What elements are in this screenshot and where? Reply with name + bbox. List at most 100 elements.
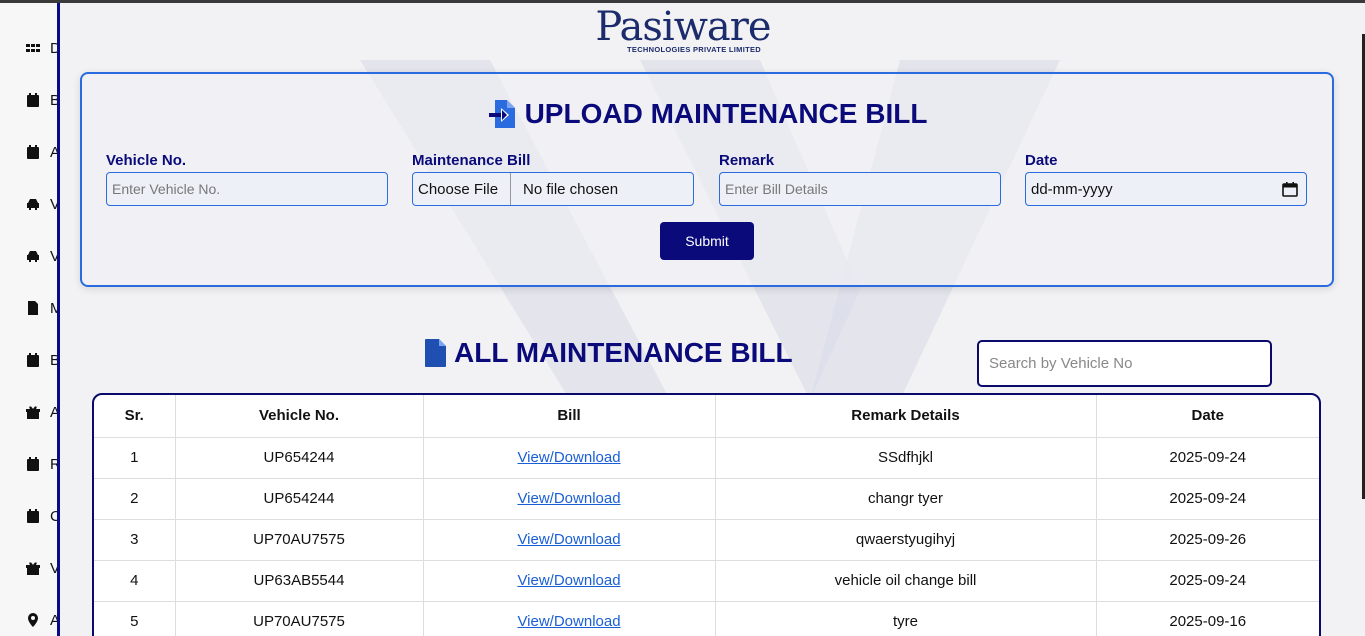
view-download-link[interactable]: View/Download xyxy=(517,572,620,589)
vehicle-field: Vehicle No. Enter Vehicle No. xyxy=(106,152,388,206)
remark-field: Remark Enter Bill Details xyxy=(719,152,1001,206)
sidebar-item-label: V xyxy=(50,247,60,265)
sidebar-item-3[interactable]: V xyxy=(24,194,60,214)
cell-sr: 2 xyxy=(94,478,176,520)
bill-field: Maintenance Bill Choose File No file cho… xyxy=(412,152,694,206)
cell-bill: View/Download xyxy=(423,560,716,602)
car-icon xyxy=(24,195,42,213)
sidebar-item-10[interactable]: V xyxy=(24,558,60,578)
calendar-icon xyxy=(24,351,42,369)
sidebar-item-label: A xyxy=(50,403,60,421)
company-logo: Pasiware TECHNOLOGIES PRIVATE LIMITED xyxy=(583,6,783,54)
sidebar-item-6[interactable]: B xyxy=(24,350,60,370)
car-icon xyxy=(24,247,42,265)
cell-bill: View/Download xyxy=(423,519,716,561)
col-header-sr: Sr. xyxy=(94,395,176,438)
sidebar-item-5[interactable]: M xyxy=(24,298,57,318)
date-placeholder: dd-mm-yyyy xyxy=(1031,180,1113,198)
cell-vehicle: UP654244 xyxy=(175,478,424,520)
col-header-date: Date xyxy=(1096,395,1319,438)
bill-file-input[interactable]: Choose File No file chosen xyxy=(412,172,694,206)
cell-remark: tyre xyxy=(715,601,1097,636)
sidebar-item-1[interactable]: B xyxy=(24,90,60,110)
view-download-link[interactable]: View/Download xyxy=(517,449,620,466)
cell-sr: 4 xyxy=(94,560,176,602)
cell-vehicle: UP63AB5544 xyxy=(175,560,424,602)
date-input[interactable]: dd-mm-yyyy xyxy=(1025,172,1307,206)
table-row: 2 UP654244 View/Download changr tyer 2025-09… xyxy=(94,478,1319,520)
location-pin-icon xyxy=(24,611,42,629)
calendar-icon xyxy=(24,455,42,473)
view-download-link[interactable]: View/Download xyxy=(517,613,620,630)
cell-vehicle: UP70AU7575 xyxy=(175,601,424,636)
calendar-icon xyxy=(24,143,42,161)
date-label: Date xyxy=(1025,152,1058,169)
sidebar-item-label: A xyxy=(50,143,60,161)
sidebar-item-label: A xyxy=(50,611,60,629)
sidebar-item-2[interactable]: A xyxy=(24,142,60,162)
bills-table: Sr. Vehicle No. Bill Remark Details Date… xyxy=(92,393,1321,636)
view-download-link[interactable]: View/Download xyxy=(517,531,620,548)
vehicle-search-input[interactable]: Search by Vehicle No xyxy=(977,340,1272,387)
cell-date: 2025-09-24 xyxy=(1096,560,1319,602)
cell-sr: 5 xyxy=(94,601,176,636)
bill-list-title-text: ALL MAINTENANCE BILL xyxy=(454,337,793,368)
logo-subtitle: TECHNOLOGIES PRIVATE LIMITED xyxy=(627,45,761,54)
cell-vehicle: UP70AU7575 xyxy=(175,519,424,561)
file-icon xyxy=(425,339,446,367)
table-row: 1 UP654244 View/Download SSdfhjkl 2025-09-24 xyxy=(94,437,1319,479)
col-header-remark: Remark Details xyxy=(715,395,1097,438)
cell-remark: changr tyer xyxy=(715,478,1097,520)
cell-sr: 1 xyxy=(94,437,176,479)
sidebar-item-label: B xyxy=(50,351,60,369)
gift-icon xyxy=(24,403,42,421)
cell-bill: View/Download xyxy=(423,437,716,479)
vehicle-input[interactable]: Enter Vehicle No. xyxy=(106,172,388,206)
sidebar-item-label: C xyxy=(50,507,60,525)
col-header-vehicle: Vehicle No. xyxy=(175,395,424,438)
date-field: Date dd-mm-yyyy xyxy=(1025,152,1307,206)
cell-vehicle: UP654244 xyxy=(175,437,424,479)
sidebar-item-7[interactable]: A xyxy=(24,402,60,422)
cell-remark: qwaerstyugihyj xyxy=(715,519,1097,561)
sidebar-item-label: D xyxy=(50,39,60,57)
calendar-icon xyxy=(24,507,42,525)
sidebar-item-label: V xyxy=(50,195,60,213)
remark-input[interactable]: Enter Bill Details xyxy=(719,172,1001,206)
remark-label: Remark xyxy=(719,152,775,169)
upload-title-text: UPLOAD MAINTENANCE BILL xyxy=(524,98,928,129)
file-icon xyxy=(24,299,42,317)
choose-file-button[interactable]: Choose File xyxy=(413,173,511,205)
bill-list-title: ALL MAINTENANCE BILL xyxy=(424,337,793,369)
logo-wordmark: Pasiware xyxy=(595,4,771,50)
bill-label: Maintenance Bill xyxy=(412,152,531,169)
sidebar-item-label: M xyxy=(50,300,57,317)
cell-remark: SSdfhjkl xyxy=(715,437,1097,479)
cell-remark: vehicle oil change bill xyxy=(715,560,1097,602)
file-status: No file chosen xyxy=(523,180,619,198)
sidebar-item-label: R xyxy=(50,455,60,473)
table-row: 5 UP70AU7575 View/Download tyre 2025-09-16 xyxy=(94,601,1319,636)
sidebar-item-11[interactable]: A xyxy=(24,610,60,630)
cell-bill: View/Download xyxy=(423,478,716,520)
sidebar: D B A V V M B A R C V A xyxy=(0,3,60,636)
cell-date: 2025-09-24 xyxy=(1096,478,1319,520)
grid-icon xyxy=(24,39,42,57)
upload-bill-form: UPLOAD MAINTENANCE BILL Vehicle No. Ente… xyxy=(80,72,1334,287)
upload-title: UPLOAD MAINTENANCE BILL xyxy=(82,98,1332,130)
calendar-icon xyxy=(24,91,42,109)
sidebar-item-0[interactable]: D xyxy=(24,38,60,58)
view-download-link[interactable]: View/Download xyxy=(517,490,620,507)
vehicle-label: Vehicle No. xyxy=(106,152,187,169)
submit-button[interactable]: Submit xyxy=(660,222,754,260)
cell-date: 2025-09-26 xyxy=(1096,519,1319,561)
sidebar-item-label: V xyxy=(50,559,60,577)
sidebar-item-label: B xyxy=(50,91,60,109)
sidebar-item-4[interactable]: V xyxy=(24,246,60,266)
sidebar-item-9[interactable]: C xyxy=(24,506,60,526)
gift-icon xyxy=(24,559,42,577)
cell-sr: 3 xyxy=(94,519,176,561)
sidebar-item-8[interactable]: R xyxy=(24,454,60,474)
file-upload-icon xyxy=(488,100,515,128)
calendar-picker-icon[interactable] xyxy=(1282,181,1298,197)
